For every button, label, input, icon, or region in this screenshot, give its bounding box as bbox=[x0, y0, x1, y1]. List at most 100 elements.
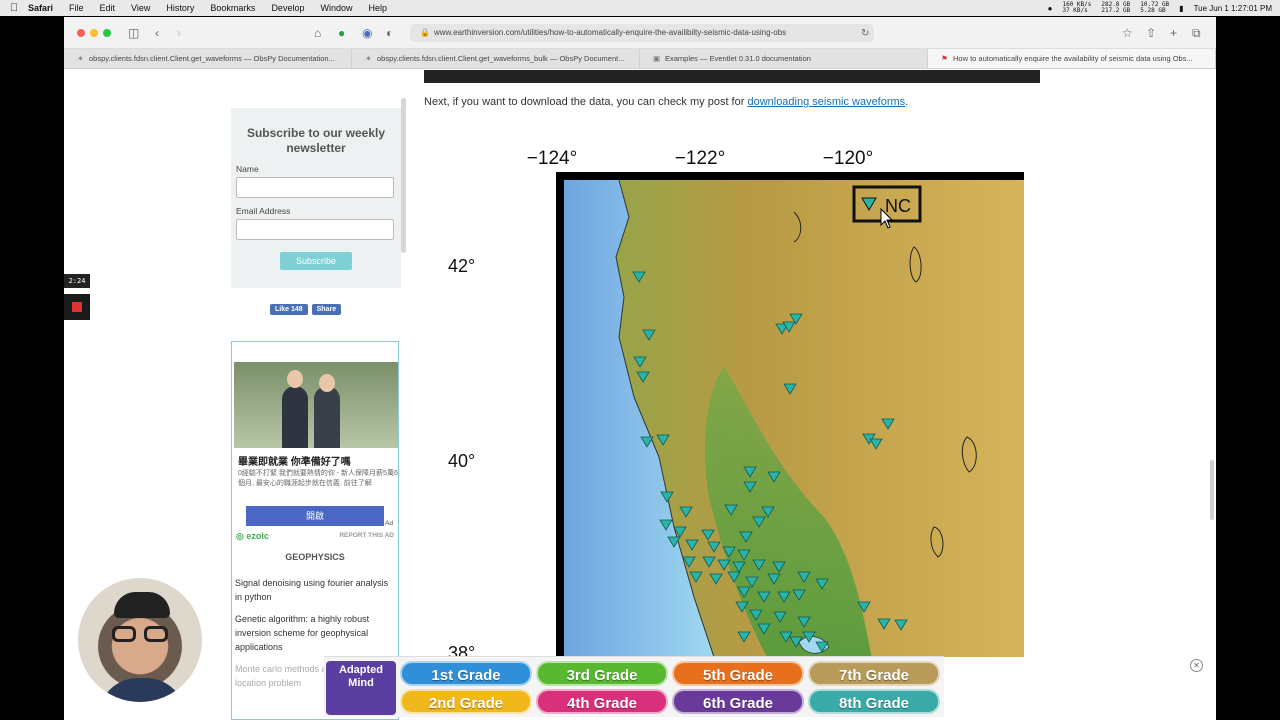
tab-earthinversion-article[interactable]: ⚑ How to automatically enquire the availa… bbox=[928, 49, 1216, 68]
adapted-mind-logo[interactable]: Adapted Mind bbox=[326, 661, 396, 715]
grade-button-5[interactable]: 5th Grade bbox=[672, 661, 804, 686]
memory-stats: 10.72 GB 5.28 GB bbox=[1140, 2, 1169, 14]
bookmark-star-icon[interactable]: ☆ bbox=[1122, 25, 1133, 41]
share-icon[interactable]: ⇧ bbox=[1146, 25, 1156, 41]
bottom-ad-banner[interactable]: Adapted Mind 1st Grade 3rd Grade 5th Gra… bbox=[324, 656, 944, 717]
ad-person-right bbox=[314, 386, 340, 448]
name-field[interactable] bbox=[236, 177, 394, 198]
back-icon[interactable]: ‹ bbox=[155, 25, 159, 41]
tab-overview-icon[interactable]: ⧉ bbox=[1192, 25, 1201, 41]
stop-icon bbox=[72, 302, 82, 312]
lat-label-38-left: 38° bbox=[448, 643, 475, 657]
lon-label-124: −124° bbox=[527, 148, 577, 169]
page-scrollbar[interactable] bbox=[1210, 460, 1214, 520]
tab-obspy-get-waveforms[interactable]: ✶ obspy.clients.fdsn.client.Client.get_wa… bbox=[64, 49, 352, 68]
browser-window: ◫ ‹ › ⌂ ● ◉ ◐ 🔒 www.earthinversion.com/u… bbox=[64, 17, 1216, 720]
ad-image[interactable] bbox=[234, 362, 398, 448]
lon-label-120: −120° bbox=[823, 148, 873, 169]
tab-obspy-get-waveforms-bulk[interactable]: ✶ obspy.clients.fdsn.client.Client.get_wa… bbox=[352, 49, 640, 68]
page-content: Next, if you want to download the data, … bbox=[64, 70, 1216, 720]
ezoic-logo[interactable]: ◎ ezoic bbox=[236, 531, 269, 542]
menu-develop[interactable]: Develop bbox=[271, 3, 304, 13]
disk-stats: 282.8 GB 217.2 GB bbox=[1101, 2, 1130, 14]
seismic-station-map: −124° −122° −120° 42° 40° 38° 42° 40° 38… bbox=[448, 148, 1024, 657]
new-tab-icon[interactable]: + bbox=[1170, 25, 1177, 41]
menu-view[interactable]: View bbox=[131, 3, 150, 13]
ad-marker: Ad bbox=[385, 520, 393, 527]
menu-window[interactable]: Window bbox=[320, 3, 352, 13]
sidebar-scrollbar[interactable] bbox=[401, 98, 406, 253]
geophysics-link-denoising[interactable]: Signal denoising using fourier analysis … bbox=[235, 576, 395, 604]
ad-head-left bbox=[287, 370, 303, 388]
tab-label: Examples — Eventlet 0.31.0 documentation bbox=[665, 54, 811, 63]
close-ad-icon[interactable]: ✕ bbox=[1190, 659, 1203, 672]
reload-icon[interactable]: ↻ bbox=[861, 26, 869, 42]
stop-recording-button[interactable] bbox=[64, 294, 90, 320]
tab-bar: ✶ obspy.clients.fdsn.client.Client.get_wa… bbox=[64, 49, 1216, 69]
menu-file[interactable]: File bbox=[69, 3, 84, 13]
obspy-icon: ✶ bbox=[77, 54, 84, 63]
lat-label-42-left: 42° bbox=[448, 256, 475, 276]
recording-timer: 2:24 bbox=[64, 274, 90, 288]
email-label: Email Address bbox=[236, 206, 291, 216]
grade-button-7[interactable]: 7th Grade bbox=[808, 661, 940, 686]
zoom-window-button[interactable] bbox=[103, 29, 111, 37]
address-bar[interactable]: 🔒 www.earthinversion.com/utilities/how-t… bbox=[410, 24, 874, 42]
minimize-window-button[interactable] bbox=[90, 29, 98, 37]
ad-head-right bbox=[319, 374, 335, 392]
grade-button-4[interactable]: 4th Grade bbox=[536, 689, 668, 714]
grade-button-3[interactable]: 3rd Grade bbox=[536, 661, 668, 686]
intro-text: Next, if you want to download the data, … bbox=[424, 96, 748, 108]
privacy-shield-icon[interactable]: ◐ bbox=[386, 25, 393, 41]
menubar-status-area: ● 160 KB/s 37 KB/s 282.8 GB 217.2 GB 10.72… bbox=[1048, 0, 1272, 16]
grade-button-1[interactable]: 1st Grade bbox=[400, 661, 532, 686]
menu-app-name[interactable]: Safari bbox=[28, 3, 53, 13]
close-window-button[interactable] bbox=[77, 29, 85, 37]
geophysics-link-genetic[interactable]: Genetic algorithm: a highly robust inver… bbox=[235, 612, 395, 654]
lon-label-122: −122° bbox=[675, 148, 725, 169]
webcam-glasses bbox=[112, 626, 172, 642]
eventlet-icon: ▣ bbox=[652, 54, 661, 63]
lock-icon: 🔒 bbox=[420, 28, 430, 37]
facebook-like-button[interactable]: Like 148 bbox=[270, 304, 308, 315]
ad-title[interactable]: 畢業即就業 你準備好了嗎 bbox=[238, 453, 351, 468]
facebook-share-button[interactable]: Share bbox=[311, 304, 342, 315]
article-paragraph: Next, if you want to download the data, … bbox=[424, 96, 908, 108]
email-field[interactable] bbox=[236, 219, 394, 240]
apple-icon[interactable]:  bbox=[0, 2, 28, 14]
grade-button-6[interactable]: 6th Grade bbox=[672, 689, 804, 714]
url-text: www.earthinversion.com/utilities/how-to-… bbox=[434, 28, 787, 37]
grade-button-8[interactable]: 8th Grade bbox=[808, 689, 940, 714]
subscribe-button[interactable]: Subscribe bbox=[280, 252, 352, 270]
tab-eventlet-examples[interactable]: ▣ Examples — Eventlet 0.31.0 documentatio… bbox=[640, 49, 928, 68]
name-label: Name bbox=[236, 164, 259, 174]
menu-help[interactable]: Help bbox=[368, 3, 387, 13]
battery-icon[interactable]: ▮ bbox=[1179, 4, 1183, 13]
obspy-icon: ✶ bbox=[365, 54, 372, 63]
disk-value-2: 217.2 GB bbox=[1101, 7, 1131, 14]
ad-description: 0經驗不打緊 我們就要熱情的你 - 新人保障月薪5萬6個月, 最安心的職涯起步就… bbox=[238, 470, 398, 487]
forward-icon[interactable]: › bbox=[177, 25, 181, 41]
ezoic-text: ezoic bbox=[246, 531, 269, 541]
sidebar-icon[interactable]: ◫ bbox=[128, 25, 139, 41]
home-icon[interactable]: ⌂ bbox=[314, 25, 321, 41]
newsletter-widget: Subscribe to our weekly newsletter Name … bbox=[231, 108, 401, 288]
pocket-icon[interactable]: ◉ bbox=[362, 25, 372, 41]
downloading-waveforms-link[interactable]: downloading seismic waveforms bbox=[747, 96, 905, 108]
clock[interactable]: Tue Jun 1 1:27:01 PM bbox=[1194, 4, 1272, 13]
lat-label-40-left: 40° bbox=[448, 451, 475, 471]
net-down: 37 KB/s bbox=[1062, 7, 1088, 14]
newsletter-title: Subscribe to our weekly newsletter bbox=[246, 126, 386, 155]
menu-edit[interactable]: Edit bbox=[100, 3, 116, 13]
grade-button-2[interactable]: 2nd Grade bbox=[400, 689, 532, 714]
macos-menubar:  Safari File Edit View History Bookmark… bbox=[0, 0, 1280, 16]
report-ad-link[interactable]: REPORT THIS AD bbox=[339, 532, 394, 539]
ad-open-button[interactable]: 開啟 bbox=[246, 506, 384, 526]
ad-person-left bbox=[282, 386, 308, 448]
menu-bookmarks[interactable]: Bookmarks bbox=[210, 3, 255, 13]
legend-network-label: NC bbox=[885, 196, 911, 216]
person-icon[interactable]: ● bbox=[1048, 4, 1053, 13]
grammarly-icon[interactable]: ● bbox=[338, 25, 345, 41]
code-block-end bbox=[424, 70, 1040, 83]
menu-history[interactable]: History bbox=[166, 3, 194, 13]
